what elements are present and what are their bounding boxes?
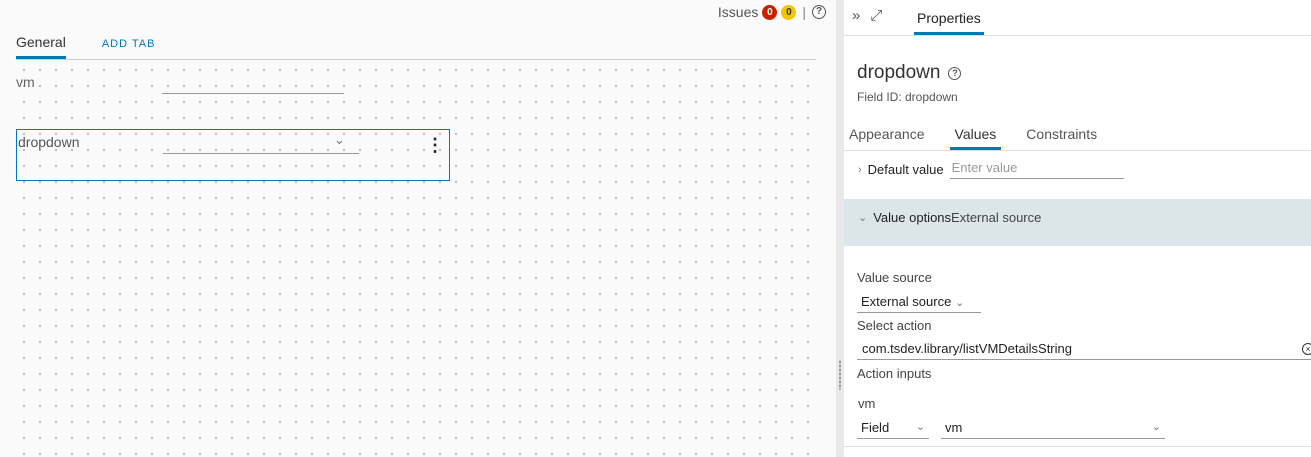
separator: |: [802, 4, 806, 20]
value-options-summary: External source: [951, 210, 1042, 225]
select-action-label: Select action: [857, 318, 932, 333]
dotted-grid-canvas: vm dropdown ⌄ ⋮: [16, 62, 816, 457]
chevron-down-icon: ⌄: [858, 212, 868, 224]
tab-properties[interactable]: Properties: [914, 10, 984, 35]
vm-field-label[interactable]: vm: [16, 74, 35, 90]
field-title-text: dropdown: [857, 62, 941, 83]
warning-count-badge: 0: [781, 4, 797, 20]
select-action-input[interactable]: com.tsdev.library/listVMDetailsString: [857, 341, 1311, 360]
help-icon[interactable]: ?: [948, 66, 962, 80]
action-input-field-select[interactable]: vm ⌄: [941, 420, 1165, 439]
help-icon[interactable]: ?: [812, 5, 826, 19]
value-options-label: Value options: [873, 210, 952, 225]
collapse-panel-icon[interactable]: »: [852, 7, 860, 24]
chevron-down-icon: ⌄: [954, 297, 965, 309]
chevron-right-icon[interactable]: ›: [858, 164, 862, 176]
tab-constraints[interactable]: Constraints: [1021, 126, 1102, 150]
action-inputs-label: Action inputs: [857, 366, 932, 381]
action-input-field-value: vm: [945, 420, 963, 435]
default-value-label: Default value: [867, 162, 944, 177]
action-input-type-select[interactable]: Field ⌄: [857, 420, 929, 439]
error-count-badge: 0: [762, 4, 778, 20]
default-value-input[interactable]: Enter value: [949, 160, 1124, 179]
action-input-type-value: Field: [861, 420, 890, 435]
expand-icon[interactable]: ⤢: [870, 7, 882, 24]
chevron-down-icon: ⌄: [1151, 421, 1161, 433]
vm-field-input[interactable]: [162, 93, 344, 94]
form-canvas-pane: Issues 0 0 | ? General ADD TAB vm dropdo…: [0, 0, 836, 457]
properties-header: » ⤢ Properties: [844, 0, 1311, 36]
properties-panel: » ⤢ Properties dropdown ? Field ID: drop…: [844, 0, 1311, 457]
action-input-name: vm: [858, 396, 876, 411]
field-title: dropdown ?: [857, 62, 962, 84]
dropdown-field-label: dropdown: [18, 134, 80, 150]
default-value-section: › Default value Enter value: [858, 160, 1124, 179]
value-source-label: Value source: [857, 270, 932, 285]
value-source-select[interactable]: External source ⌄: [857, 294, 981, 313]
issues-indicator[interactable]: Issues 0 0 | ?: [718, 4, 826, 20]
tab-appearance[interactable]: Appearance: [844, 126, 930, 150]
field-menu-icon[interactable]: ⋮: [426, 136, 444, 154]
field-id-text: Field ID: dropdown: [857, 90, 958, 104]
chevron-down-icon: ⌄: [915, 421, 925, 433]
dropdown-field-selected[interactable]: dropdown ⌄ ⋮: [16, 129, 450, 181]
tab-values[interactable]: Values: [949, 126, 1002, 150]
value-source-value: External source: [861, 294, 952, 309]
clear-icon[interactable]: ×: [1302, 343, 1311, 355]
dropdown-field-input[interactable]: [163, 153, 359, 154]
tab-general[interactable]: General: [16, 34, 66, 59]
properties-subtabs: Appearance Values Constraints: [844, 126, 1311, 151]
chevron-down-icon: ⌄: [334, 132, 345, 147]
add-tab-button[interactable]: ADD TAB: [102, 38, 156, 59]
form-tabs: General ADD TAB: [16, 30, 816, 60]
value-options-header[interactable]: ⌄ Value options External source: [844, 199, 1311, 246]
issues-label: Issues: [717, 4, 759, 20]
grip-icon: [839, 360, 841, 390]
pane-resize-handle[interactable]: [836, 0, 844, 457]
section-divider: [844, 446, 1311, 447]
